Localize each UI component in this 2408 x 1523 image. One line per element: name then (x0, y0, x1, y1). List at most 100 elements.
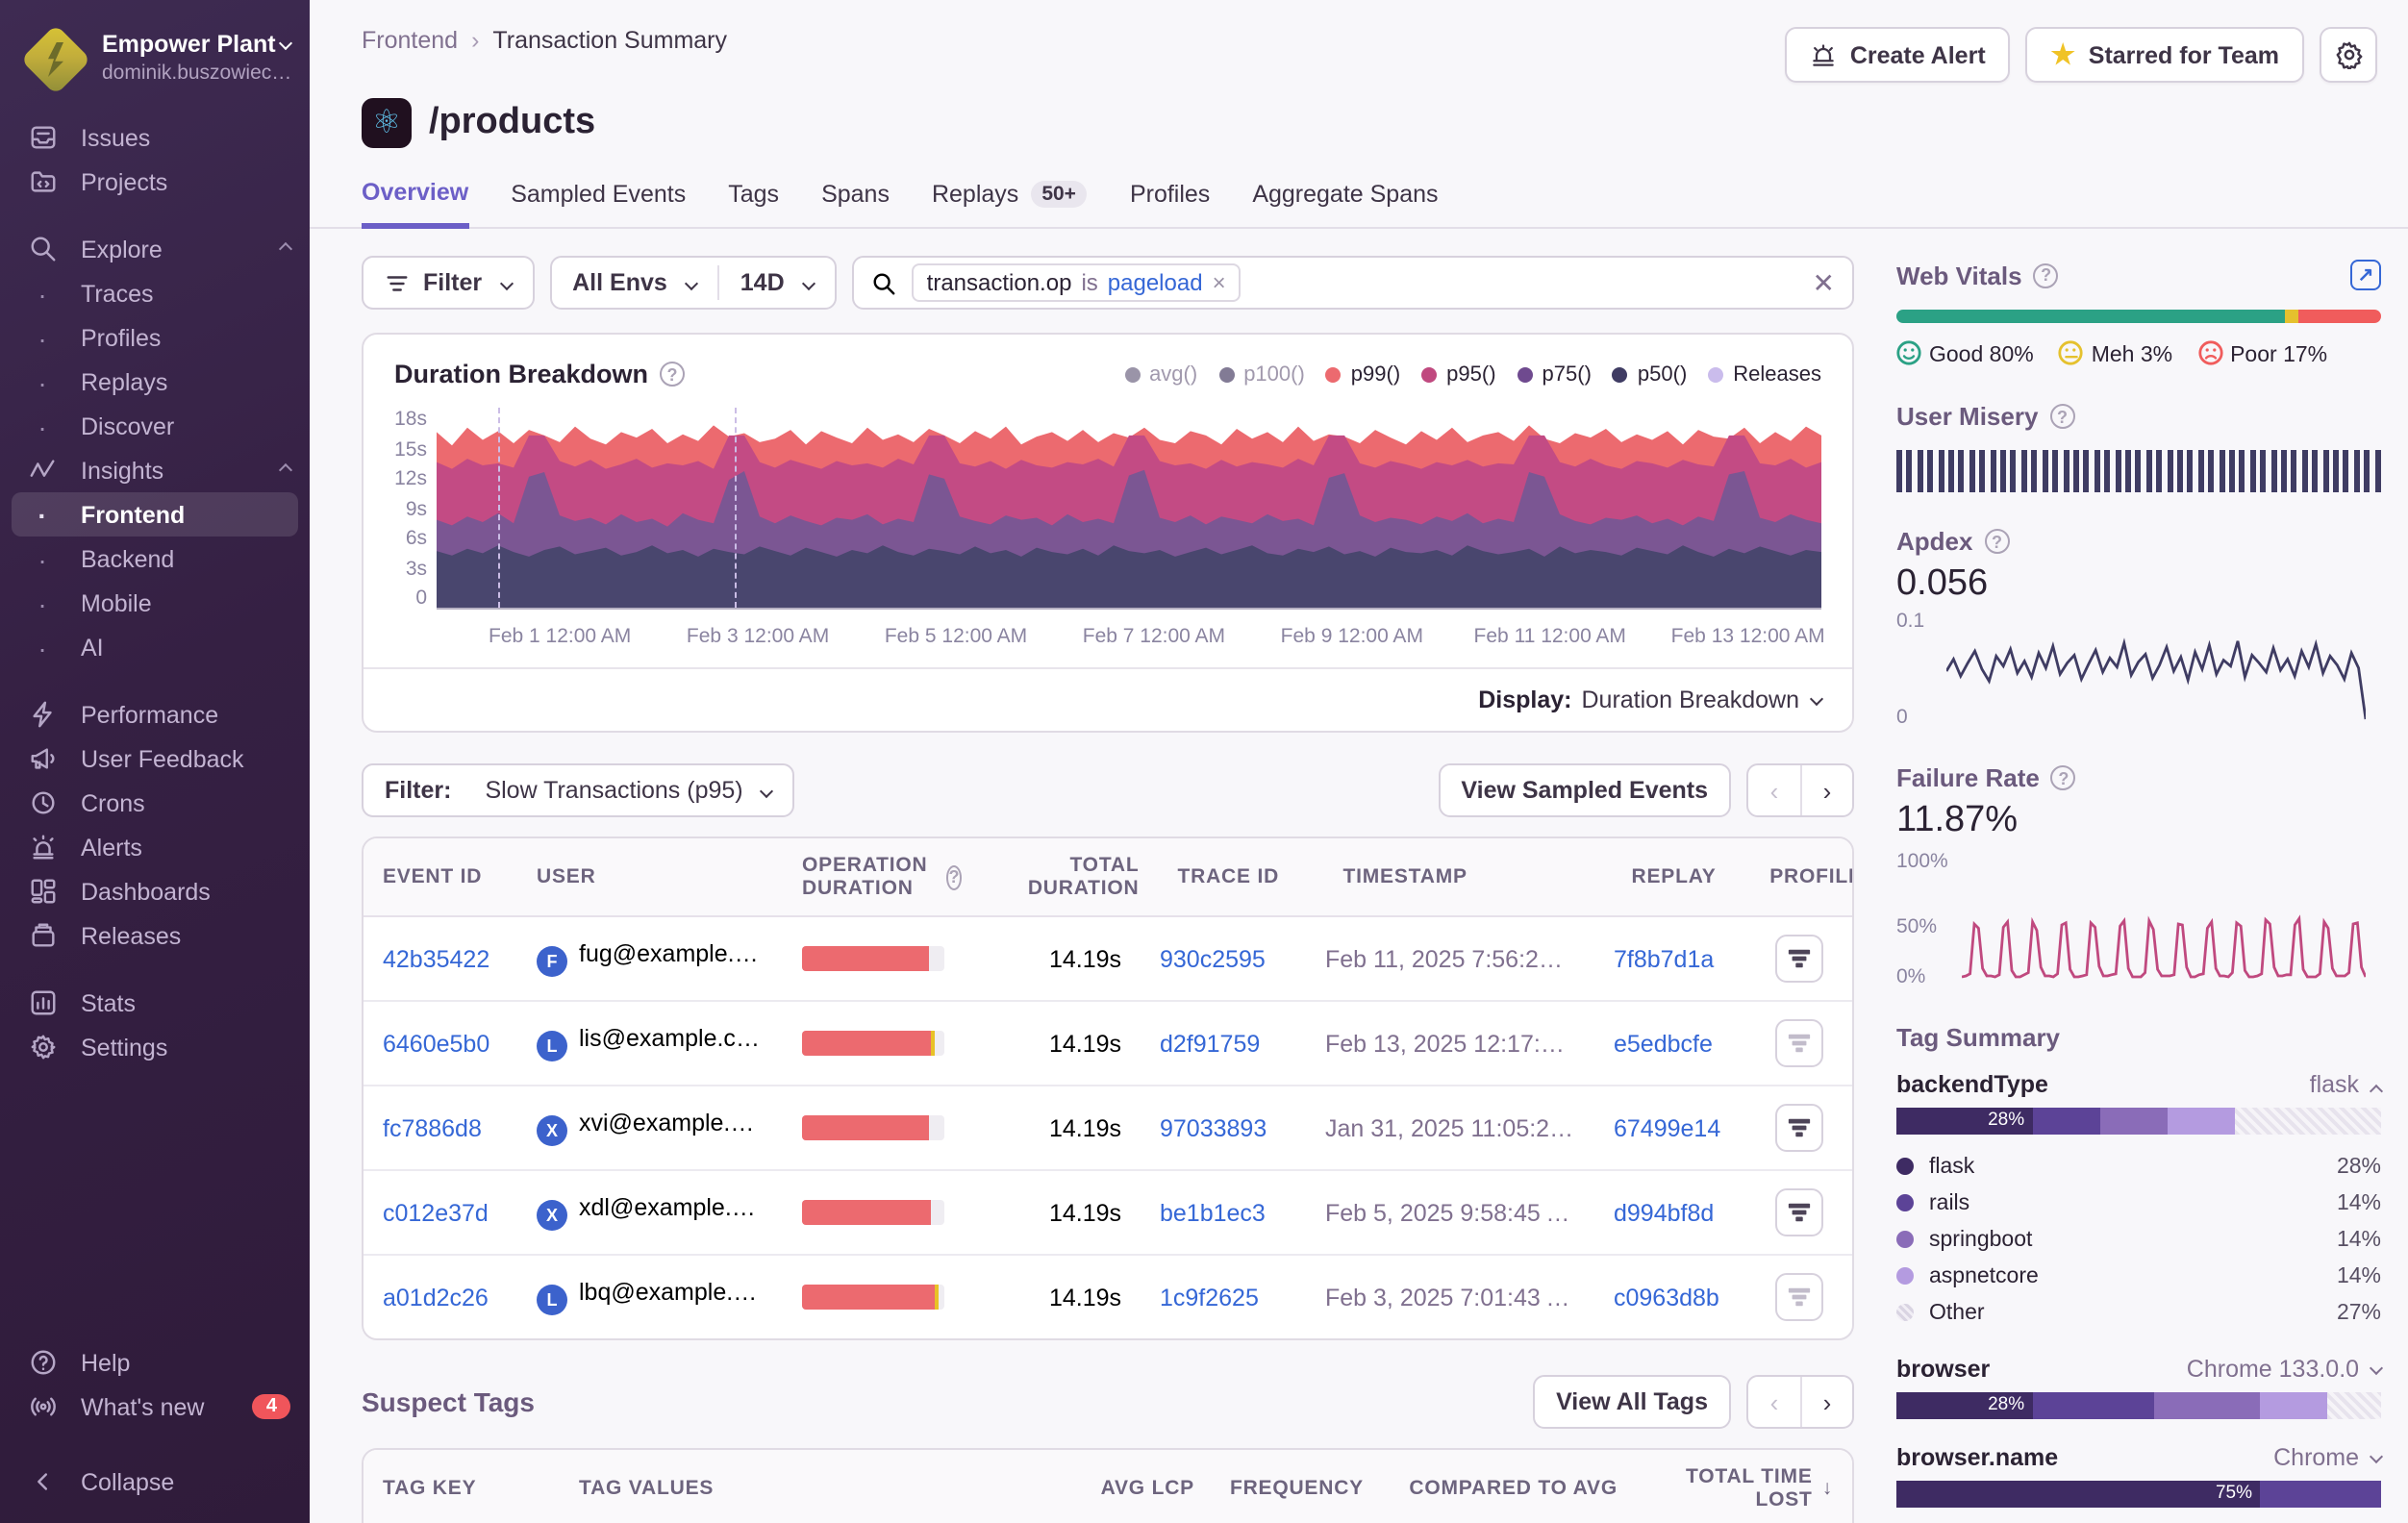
column-header[interactable]: Replay (1613, 850, 1763, 904)
legend-item-p99[interactable]: p99() (1326, 362, 1400, 386)
sidebar-item-frontend[interactable]: ·Frontend (12, 492, 298, 537)
replay-link[interactable]: 67499e14 (1614, 1114, 1720, 1141)
sidebar-item-help[interactable]: Help (0, 1340, 310, 1385)
trace-id-link[interactable]: be1b1ec3 (1160, 1199, 1266, 1226)
starred-for-team-button[interactable]: ★ Starred for Team (2026, 27, 2304, 83)
column-header[interactable]: Compared to avg (1383, 1461, 1637, 1515)
sidebar-item-discover[interactable]: ·Discover (0, 404, 310, 448)
trace-id-link[interactable]: 97033893 (1160, 1114, 1267, 1141)
pagination-next-button[interactable]: › (1800, 1377, 1852, 1427)
tag-value-dropdown[interactable]: Chrome (2273, 1444, 2381, 1471)
display-dropdown[interactable]: Duration Breakdown (1582, 687, 1822, 713)
column-header[interactable]: User (517, 850, 783, 904)
sidebar-item-user-feedback[interactable]: User Feedback (0, 737, 310, 781)
event-id-link[interactable]: a01d2c26 (383, 1284, 489, 1311)
environment-dropdown[interactable]: All Envs (551, 258, 717, 308)
pagination-prev-button[interactable]: ‹ (1748, 1377, 1800, 1427)
sidebar-item-collapse[interactable]: Collapse (0, 1460, 310, 1504)
profile-button[interactable] (1774, 935, 1822, 983)
legend-item-avg[interactable]: avg() (1124, 362, 1197, 386)
release-marker[interactable] (735, 408, 737, 608)
sidebar-item-projects[interactable]: Projects (0, 160, 310, 204)
legend-item-p95[interactable]: p95() (1421, 362, 1495, 386)
column-header[interactable]: Avg LCP (1075, 1461, 1214, 1515)
tab-profiles[interactable]: Profiles (1130, 179, 1210, 227)
tab-tags[interactable]: Tags (728, 179, 779, 227)
replay-link[interactable]: e5edbcfe (1614, 1030, 1713, 1057)
column-header[interactable]: Timestamp (1324, 850, 1613, 904)
sidebar-item-ai[interactable]: ·AI (0, 625, 310, 669)
search-input[interactable]: transaction.op is pageload × ✕ (852, 256, 1854, 310)
column-header[interactable]: Total Duration (982, 838, 1159, 915)
settings-button[interactable] (2320, 27, 2377, 83)
column-header[interactable]: Tag Values (560, 1461, 1075, 1515)
column-header[interactable]: Operation Duration? (783, 838, 982, 915)
daterange-dropdown[interactable]: 14D (719, 258, 835, 308)
profile-button[interactable] (1774, 1188, 1822, 1236)
legend-item-p50[interactable]: p50() (1613, 362, 1687, 386)
duration-chart[interactable] (437, 408, 1821, 610)
question-circle-icon[interactable]: ? (2051, 765, 2076, 790)
transactions-filter-dropdown[interactable]: Filter: Slow Transactions (p95) (362, 763, 795, 817)
view-sampled-events-button[interactable]: View Sampled Events (1438, 763, 1731, 817)
sidebar-item-profiles[interactable]: ·Profiles (0, 315, 310, 360)
profile-button[interactable] (1774, 1104, 1822, 1152)
trace-id-link[interactable]: 930c2595 (1160, 945, 1266, 972)
breadcrumb-frontend[interactable]: Frontend (362, 27, 458, 54)
column-header[interactable]: Total Time Lost↓ (1637, 1450, 1852, 1523)
legend-item-releases[interactable]: Releases (1708, 362, 1821, 386)
replay-link[interactable]: c0963d8b (1614, 1284, 1719, 1311)
column-header[interactable]: Trace ID (1159, 850, 1324, 904)
tag-value-dropdown[interactable]: Chrome 133.0.0 (2187, 1356, 2381, 1383)
question-circle-icon[interactable]: ? (660, 362, 685, 387)
view-all-tags-button[interactable]: View All Tags (1533, 1375, 1731, 1429)
column-header[interactable]: Frequency (1214, 1461, 1383, 1515)
tag-distribution-bar[interactable]: 75% (1896, 1481, 2381, 1508)
search-token[interactable]: transaction.op is pageload × (912, 263, 1242, 302)
replay-link[interactable]: d994bf8d (1614, 1199, 1714, 1226)
sidebar-item-traces[interactable]: ·Traces (0, 271, 310, 315)
sidebar-item-alerts[interactable]: Alerts (0, 825, 310, 869)
open-in-new-icon[interactable]: ↗ (2350, 260, 2381, 290)
filter-dropdown[interactable]: Filter (362, 256, 534, 310)
event-id-link[interactable]: 6460e5b0 (383, 1030, 489, 1057)
tab-spans[interactable]: Spans (821, 179, 890, 227)
tab-aggregate-spans[interactable]: Aggregate Spans (1252, 179, 1438, 227)
profile-button[interactable] (1774, 1019, 1822, 1067)
tab-sampled-events[interactable]: Sampled Events (511, 179, 686, 227)
question-circle-icon[interactable]: ? (2034, 262, 2059, 287)
tab-replays[interactable]: Replays50+ (932, 179, 1088, 227)
question-circle-icon[interactable]: ? (1984, 529, 2009, 554)
sidebar-item-settings[interactable]: Settings (0, 1025, 310, 1069)
sidebar-item-dashboards[interactable]: Dashboards (0, 869, 310, 913)
tag-distribution-bar[interactable]: 28% (1896, 1392, 2381, 1419)
release-marker[interactable] (499, 408, 501, 608)
sidebar-item-insights[interactable]: Insights (0, 448, 310, 492)
sidebar-item-backend[interactable]: ·Backend (0, 537, 310, 581)
event-id-link[interactable]: fc7886d8 (383, 1114, 482, 1141)
sidebar-item-crons[interactable]: Crons (0, 781, 310, 825)
question-circle-icon[interactable]: ? (2049, 404, 2074, 429)
token-remove-icon[interactable]: × (1213, 269, 1226, 296)
sidebar-item-releases[interactable]: Releases (0, 913, 310, 958)
sidebar-item-mobile[interactable]: ·Mobile (0, 581, 310, 625)
pagination-next-button[interactable]: › (1800, 765, 1852, 815)
tag-value-dropdown[interactable]: flask (2310, 1071, 2381, 1098)
column-header[interactable]: Profile (1763, 850, 1855, 904)
legend-item-p75[interactable]: p75() (1518, 362, 1592, 386)
sidebar-item-what-s-new[interactable]: What's new4 (0, 1385, 310, 1429)
column-header[interactable]: Event ID (364, 850, 517, 904)
sidebar-item-issues[interactable]: Issues (0, 115, 310, 160)
search-clear-icon[interactable]: ✕ (1813, 266, 1835, 299)
tag-distribution-bar[interactable]: 28% (1896, 1108, 2381, 1135)
replay-link[interactable]: 7f8b7d1a (1614, 945, 1714, 972)
pagination-prev-button[interactable]: ‹ (1748, 765, 1800, 815)
question-circle-icon[interactable]: ? (946, 864, 962, 889)
column-header[interactable]: Tag Key (364, 1461, 560, 1515)
event-id-link[interactable]: c012e37d (383, 1199, 489, 1226)
org-switcher[interactable]: Empower Plant dominik.buszowiec… (0, 23, 310, 115)
profile-button[interactable] (1774, 1273, 1822, 1321)
tab-overview[interactable]: Overview (362, 179, 468, 229)
legend-item-p100[interactable]: p100() (1218, 362, 1305, 386)
sidebar-item-replays[interactable]: ·Replays (0, 360, 310, 404)
